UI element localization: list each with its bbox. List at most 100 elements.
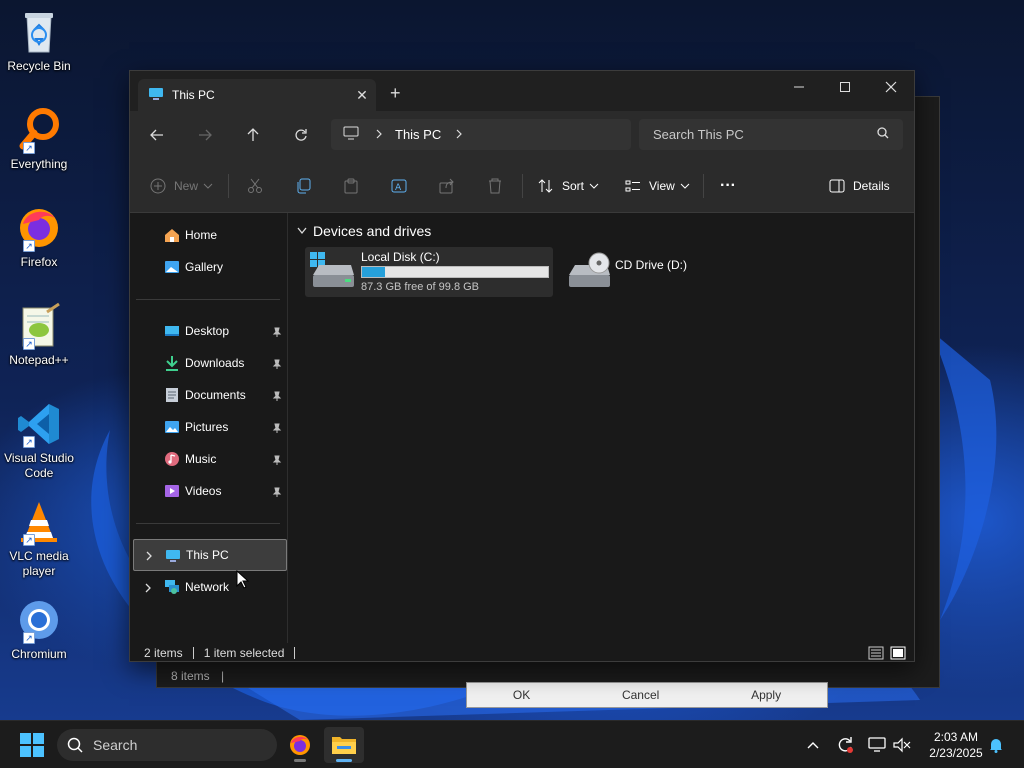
notifications-button[interactable]	[986, 735, 1006, 755]
toolbar-divider	[522, 174, 523, 198]
chevron-right-icon[interactable]	[144, 550, 154, 561]
svg-text:A: A	[395, 183, 402, 193]
maximize-button[interactable]	[822, 71, 868, 103]
pin-icon[interactable]	[272, 326, 282, 337]
desktop-icon-label: Everything	[10, 157, 68, 171]
sidebar-item-label: Pictures	[185, 420, 229, 434]
desktop-icon-everything[interactable]: ↗ Everything	[4, 106, 74, 172]
paste-button[interactable]	[343, 174, 359, 198]
details-pane-button[interactable]: Details	[829, 174, 890, 198]
sidebar-item-label: Documents	[185, 388, 246, 402]
apply-button[interactable]: Apply	[751, 688, 781, 702]
command-bar: New A Sort View ··· Details	[130, 159, 914, 213]
copy-button[interactable]	[295, 174, 311, 198]
display-icon[interactable]	[867, 735, 887, 755]
background-dialog-buttons: OK Cancel Apply	[466, 682, 828, 708]
pin-icon[interactable]	[272, 486, 282, 497]
vlc-icon: ↗	[15, 498, 63, 546]
address-bar[interactable]: This PC	[331, 119, 631, 150]
chevron-down-icon	[680, 183, 690, 189]
refresh-button[interactable]	[288, 123, 314, 147]
group-header-devices[interactable]: Devices and drives	[297, 223, 431, 239]
chevron-right-icon[interactable]	[375, 128, 383, 142]
pin-icon[interactable]	[272, 358, 282, 369]
monitor-icon	[148, 87, 164, 104]
tab-this-pc[interactable]: This PC ✕	[138, 79, 376, 111]
sidebar-item-downloads[interactable]: Downloads	[130, 350, 288, 376]
desktop-icon-recycle-bin[interactable]: Recycle Bin	[4, 8, 74, 74]
navigation-pane: Home Gallery Desktop Downloads Documents…	[130, 213, 288, 643]
forward-button[interactable]	[192, 123, 218, 147]
status-divider	[192, 647, 194, 659]
new-tab-button[interactable]: +	[390, 84, 401, 102]
download-icon	[164, 355, 180, 371]
speaker-mute-icon	[893, 737, 911, 753]
bell-icon	[990, 739, 1002, 753]
tiles-view-icon	[890, 646, 906, 660]
desktop-icon-vlc[interactable]: ↗ VLC media player	[4, 498, 74, 579]
start-button[interactable]	[20, 733, 44, 757]
view-button[interactable]: View	[625, 174, 690, 198]
desktop-icon-notepadpp[interactable]: ↗ Notepad++	[4, 302, 74, 368]
desktop-icon-vscode[interactable]: ↗ Visual Studio Code	[4, 400, 74, 481]
network-icon	[164, 579, 180, 595]
background-item-count: 8 items	[171, 669, 210, 683]
sidebar-item-desktop[interactable]: Desktop	[130, 318, 288, 344]
details-view-button[interactable]	[868, 646, 884, 663]
pin-icon[interactable]	[272, 422, 282, 433]
drive-tile-c[interactable]: Local Disk (C:) 87.3 GB free of 99.8 GB	[305, 247, 553, 297]
share-button[interactable]	[439, 174, 455, 198]
desktop-folder-icon	[164, 323, 180, 339]
close-window-button[interactable]	[868, 71, 914, 103]
up-button[interactable]	[240, 123, 266, 147]
chevron-right-icon[interactable]	[143, 582, 153, 593]
breadcrumb[interactable]: This PC	[395, 127, 441, 142]
taskbar-file-explorer[interactable]	[324, 727, 364, 763]
chevron-right-icon[interactable]	[455, 128, 463, 142]
sidebar-item-videos[interactable]: Videos	[130, 478, 288, 504]
taskbar-search[interactable]: Search	[57, 729, 277, 761]
sidebar-item-label: Gallery	[185, 260, 224, 274]
rename-button[interactable]: A	[391, 174, 407, 198]
cut-button[interactable]	[247, 174, 263, 198]
new-button[interactable]: New	[150, 174, 213, 198]
drive-tile-d[interactable]: CD Drive (D:)	[561, 247, 731, 297]
pin-icon[interactable]	[272, 390, 282, 401]
sidebar-divider	[136, 523, 280, 524]
sidebar-item-documents[interactable]: Documents	[130, 382, 288, 408]
running-indicator	[294, 759, 306, 762]
sort-button[interactable]: Sort	[538, 174, 599, 198]
delete-button[interactable]	[487, 174, 503, 198]
chevron-down-icon	[297, 227, 307, 235]
system-clock[interactable]: 2:03 AM 2/23/2025	[916, 729, 996, 761]
sidebar-item-home[interactable]: Home	[130, 222, 288, 248]
pin-icon[interactable]	[272, 454, 282, 465]
volume-muted-icon[interactable]	[892, 735, 912, 755]
sidebar-item-label: Network	[185, 580, 230, 594]
sidebar-item-this-pc[interactable]: This PC	[133, 539, 287, 571]
taskbar-firefox[interactable]	[280, 727, 320, 763]
title-bar[interactable]: This PC ✕ +	[130, 71, 914, 111]
view-label: View	[649, 179, 675, 193]
desktop-icon-label: VLC media player	[9, 549, 69, 578]
sidebar-item-music[interactable]: Music	[130, 446, 288, 472]
minimize-button[interactable]	[776, 71, 822, 103]
sync-status-icon[interactable]	[835, 735, 855, 755]
desktop-icon-firefox[interactable]: ↗ Firefox	[4, 204, 74, 270]
show-hidden-icons-button[interactable]	[803, 735, 823, 755]
close-tab-icon[interactable]: ✕	[348, 87, 376, 104]
more-options-button[interactable]: ···	[720, 174, 736, 198]
sidebar-item-network[interactable]: Network	[130, 574, 288, 600]
navigation-bar: This PC Search This PC	[130, 111, 914, 159]
clock-time: 2:03 AM	[933, 730, 979, 744]
cancel-button[interactable]: Cancel	[622, 688, 659, 702]
desktop-icon-chromium[interactable]: ↗ Chromium	[4, 596, 74, 662]
ok-button[interactable]: OK	[513, 688, 530, 702]
tiles-view-button[interactable]	[890, 646, 906, 663]
back-button[interactable]	[144, 123, 170, 147]
shortcut-arrow-icon: ↗	[23, 240, 35, 252]
rename-icon: A	[391, 179, 407, 193]
sidebar-item-pictures[interactable]: Pictures	[130, 414, 288, 440]
search-input[interactable]: Search This PC	[639, 119, 903, 150]
sidebar-item-gallery[interactable]: Gallery	[130, 254, 288, 280]
